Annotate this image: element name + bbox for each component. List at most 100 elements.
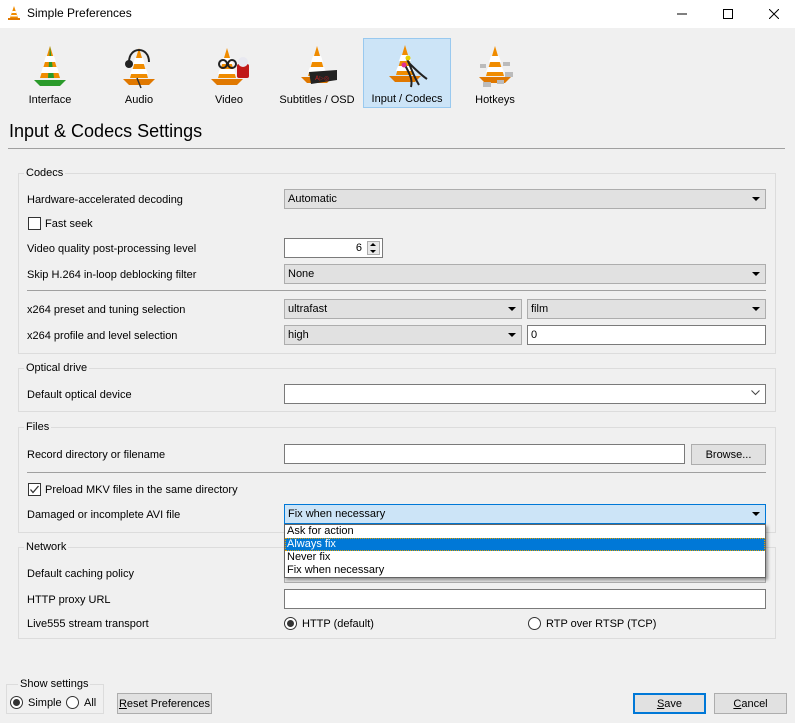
maximize-button[interactable] [705,0,751,28]
save-button[interactable]: Save [633,693,706,714]
codecs-group-title: Codecs [24,167,66,179]
tab-label: Audio [124,94,154,106]
spin-up-icon[interactable] [370,243,376,246]
postproc-spinbox[interactable]: 6 [284,238,383,258]
optical-device-combo[interactable] [284,384,766,404]
files-group-title: Files [24,421,52,433]
network-group-title: Network [24,541,69,553]
avi-option-fix-when-necessary[interactable]: Fix when necessary [285,564,765,577]
dropdown-arrow-icon [508,307,516,311]
reset-preferences-button[interactable]: Reset Preferences [117,693,212,714]
avi-option-never-fix[interactable]: Never fix [285,551,765,564]
show-all-label: All [84,697,97,709]
tab-label: Subtitles / OSD [279,94,355,106]
spin-buttons[interactable] [367,241,380,255]
x264-profile-value: high [288,329,309,341]
x264-preset-combo[interactable]: ultrafast [284,299,522,319]
skip-h264-label: Skip H.264 in-loop deblocking filter [27,269,197,281]
vlc-cone-headphones-icon [123,48,155,89]
minimize-icon [677,13,687,15]
avi-dropdown-list[interactable]: Ask for action Always fix Never fix Fix … [284,524,766,578]
chevron-down-icon [751,390,760,396]
title-bar: Simple Preferences [0,0,795,28]
record-path-input[interactable] [284,444,685,464]
show-simple-radio[interactable] [10,696,23,709]
tab-label: Interface [28,94,72,106]
skip-h264-combo[interactable]: None [284,264,766,284]
cancel-button[interactable]: Cancel [714,693,787,714]
http-default-label: HTTP (default) [302,618,374,630]
tab-subtitles-osd[interactable]: A▷◎ Subtitles / OSD [278,38,356,108]
rtp-over-rtsp-label: RTP over RTSP (TCP) [546,618,657,630]
proxy-label: HTTP proxy URL [27,594,111,606]
show-all-radio[interactable] [66,696,79,709]
save-label: ave [664,697,683,710]
tab-label: Input / Codecs [371,93,443,105]
reset-label: eset Preferences [126,697,211,710]
avi-combo[interactable]: Fix when necessary [284,504,766,524]
x264-tune-value: film [531,303,549,315]
vlc-app-icon [8,6,20,20]
svg-text:A▷◎: A▷◎ [315,75,329,82]
fast-seek-checkbox[interactable] [28,217,41,230]
optical-group-title: Optical drive [24,362,90,374]
spin-down-icon[interactable] [370,250,376,253]
tab-label: Hotkeys [475,94,515,106]
browse-button[interactable]: Browse... [691,444,766,465]
dropdown-arrow-icon [752,512,760,516]
files-separator [27,472,766,473]
dropdown-arrow-icon [508,333,516,337]
reset-mnemonic: R [118,697,127,710]
x264-profile-label: x264 profile and level selection [27,330,178,342]
close-button[interactable] [751,0,795,28]
avi-option-ask[interactable]: Ask for action [285,525,765,538]
dropdown-arrow-icon [752,272,760,276]
tab-input-codecs[interactable]: Input / Codecs [363,38,451,108]
maximize-icon [723,9,733,19]
postproc-label: Video quality post-processing level [27,243,197,255]
record-label: Record directory or filename [27,449,166,461]
rtp-over-rtsp-radio[interactable] [528,617,541,630]
title-divider [8,148,785,149]
avi-option-always-fix[interactable]: Always fix [285,538,765,551]
window-title: Simple Preferences [27,6,132,20]
codecs-separator [27,290,766,291]
tab-interface[interactable]: Interface [14,38,86,108]
vlc-cone-interface-icon [34,46,66,86]
tab-label: Video [215,94,243,106]
x264-preset-value: ultrafast [288,303,328,315]
minimize-button[interactable] [659,0,705,28]
vlc-cone-cables-icon [389,45,428,88]
proxy-url-input[interactable] [284,589,766,609]
x264-level-input[interactable]: 0 [527,325,766,345]
postproc-value: 6 [355,242,362,254]
vlc-cone-glasses-icon [211,48,249,85]
live555-label: Live555 stream transport [27,618,149,630]
cancel-mnemonic: C [733,697,742,710]
optical-device-label: Default optical device [27,389,132,401]
x264-profile-combo[interactable]: high [284,325,522,345]
vlc-cone-display-icon: A▷◎ [301,46,337,84]
preload-mkv-checkbox[interactable] [28,483,41,496]
caching-label: Default caching policy [27,568,135,580]
dropdown-arrow-icon [752,307,760,311]
fast-seek-label: Fast seek [45,218,93,230]
tab-video[interactable]: Video [194,38,264,108]
preload-mkv-label: Preload MKV files in the same directory [45,484,238,496]
tab-audio[interactable]: Audio [104,38,174,108]
dropdown-arrow-icon [752,197,760,201]
hw-decoding-combo[interactable]: Automatic [284,189,766,209]
page-title: Input & Codecs Settings [9,121,203,141]
avi-value: Fix when necessary [288,508,386,520]
hw-decoding-value: Automatic [288,193,337,205]
x264-preset-label: x264 preset and tuning selection [27,304,186,316]
http-default-radio[interactable] [284,617,297,630]
avi-label: Damaged or incomplete AVI file [27,509,181,521]
tab-hotkeys[interactable]: Hotkeys [461,38,529,108]
close-icon [769,9,779,19]
save-mnemonic: S [656,697,665,710]
skip-h264-value: None [288,268,315,280]
cancel-label: ancel [741,697,768,710]
x264-tune-combo[interactable]: film [527,299,766,319]
checkmark-icon [30,485,39,494]
